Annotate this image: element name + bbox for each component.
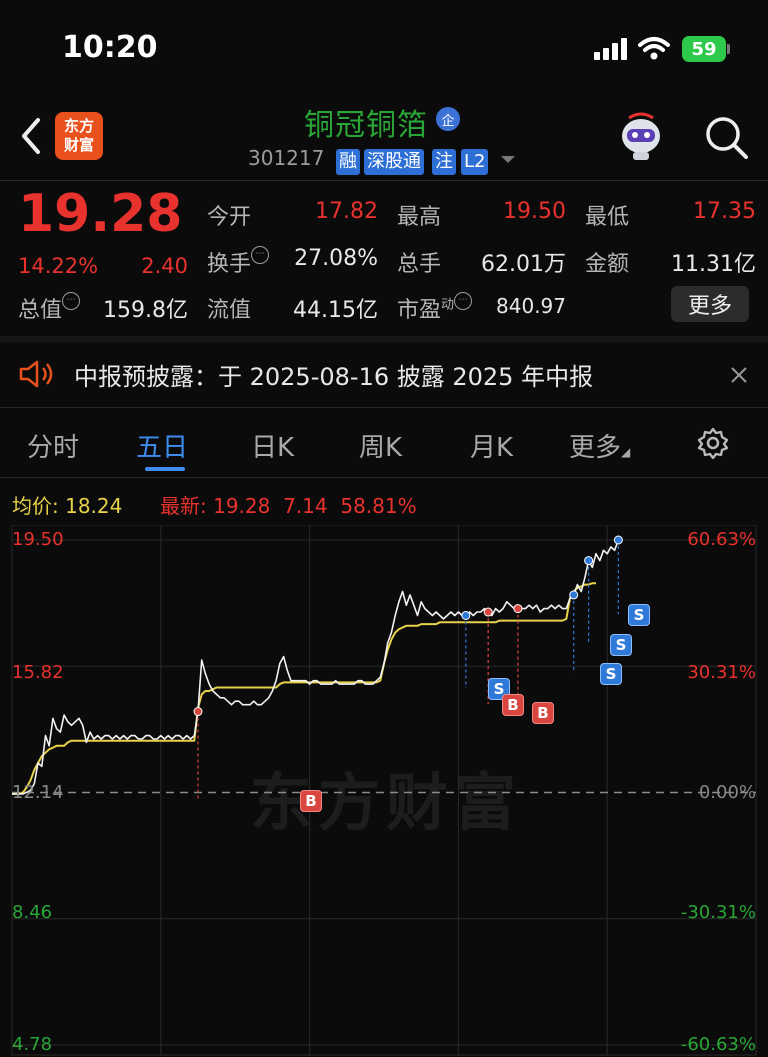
amount-value: 11.31亿	[671, 252, 756, 277]
info-icon[interactable]: ⋯	[62, 292, 81, 310]
divider	[0, 180, 768, 181]
status-time: 10:20	[62, 30, 158, 65]
y-tick-left: 4.78	[12, 1034, 53, 1055]
last-price: 19.28	[18, 184, 183, 244]
cellular-signal-icon	[594, 38, 627, 60]
tag-registration: 注	[432, 149, 456, 175]
tag-margin: 融	[336, 149, 360, 175]
tab-weekly-k[interactable]: 周K	[359, 427, 402, 464]
sell-marker[interactable]: S	[610, 634, 632, 656]
trade-point	[461, 610, 471, 620]
robot-assistant-icon[interactable]	[615, 112, 667, 162]
trade-point	[193, 707, 203, 717]
low-label: 最低	[585, 205, 630, 230]
tag-shenzhen-connect: 深股通	[364, 149, 424, 175]
back-icon[interactable]	[18, 116, 44, 156]
trade-point	[569, 590, 579, 600]
trade-point	[584, 556, 594, 566]
change-percent: 14.22%	[18, 254, 99, 278]
amount-label: 金额	[585, 252, 630, 277]
more-button[interactable]: 更多	[671, 286, 749, 322]
volume-value: 62.01万	[481, 252, 566, 277]
y-tick-left: 8.46	[12, 902, 53, 923]
info-icon[interactable]: ⋯	[454, 292, 473, 310]
pe-value: 840.97	[496, 294, 566, 318]
buy-marker[interactable]: B	[532, 702, 554, 724]
app-logo: 东方 财富	[55, 112, 103, 160]
avg-price-readout: 均价: 18.24	[12, 494, 123, 518]
y-tick-left: 15.82	[12, 662, 64, 683]
low-value: 17.35	[693, 199, 756, 224]
tag-level2: L2	[461, 149, 489, 175]
battery-cap	[727, 44, 730, 54]
price-line	[12, 539, 620, 795]
tab-daily-k[interactable]: 日K	[251, 427, 294, 464]
latest-price-readout: 最新: 19.28 7.14 58.81%	[160, 494, 417, 518]
trade-point	[513, 604, 523, 614]
open-value: 17.82	[315, 199, 378, 224]
y-tick-right: 0.00%	[698, 782, 756, 803]
info-icon[interactable]: ⋯	[251, 246, 270, 264]
search-icon[interactable]	[703, 114, 749, 160]
market-cap-label: 总值 ⋯	[18, 292, 81, 324]
y-tick-right: 30.31%	[687, 662, 756, 683]
report-notice[interactable]: 中报预披露：于 2025-08-16 披露 2025 年中报	[74, 357, 593, 392]
turnover-label: 换手 ⋯	[207, 246, 270, 278]
settings-gear-icon[interactable]	[697, 427, 729, 459]
trade-point	[483, 607, 493, 617]
market-cap-value: 159.8亿	[103, 298, 188, 323]
tab-intraday[interactable]: 分时	[27, 427, 79, 464]
pe-label: 市盈动 ⋯	[397, 292, 473, 324]
sell-marker[interactable]: S	[628, 604, 650, 626]
tab-five-day[interactable]: 五日	[136, 427, 188, 464]
tab-monthly-k[interactable]: 月K	[470, 427, 513, 464]
chevron-down-icon[interactable]	[500, 155, 516, 165]
y-tick-right: 60.63%	[687, 529, 756, 550]
y-tick-left: 12.14	[12, 782, 64, 803]
volume-label: 总手	[397, 252, 442, 277]
close-icon[interactable]	[730, 366, 748, 384]
buy-marker[interactable]: B	[300, 790, 322, 812]
divider	[0, 336, 768, 342]
high-label: 最高	[397, 205, 442, 230]
wifi-icon	[638, 37, 670, 60]
sell-marker[interactable]: S	[600, 663, 622, 685]
y-tick-right: -60.63%	[680, 1034, 756, 1055]
turnover-value: 27.08%	[294, 246, 378, 271]
high-value: 19.50	[503, 199, 566, 224]
speaker-icon	[19, 360, 53, 388]
open-label: 今开	[207, 205, 252, 230]
change-amount: 2.40	[141, 254, 188, 278]
enterprise-badge: 企	[436, 107, 460, 131]
trade-point	[613, 535, 623, 545]
y-tick-right: -30.31%	[680, 902, 756, 923]
divider	[0, 407, 768, 408]
stock-code: 301217	[248, 146, 325, 170]
divider	[0, 477, 768, 478]
active-tab-indicator	[145, 467, 185, 471]
float-cap-value: 44.15亿	[293, 298, 378, 323]
five-day-chart[interactable]	[0, 525, 768, 1057]
float-cap-label: 流值	[207, 298, 252, 323]
battery-level: 59	[682, 36, 726, 62]
tab-more[interactable]: 更多◢	[569, 427, 630, 464]
y-tick-left: 19.50	[12, 529, 64, 550]
buy-marker[interactable]: B	[502, 694, 524, 716]
stock-name: 铜冠铜箔	[304, 108, 428, 143]
